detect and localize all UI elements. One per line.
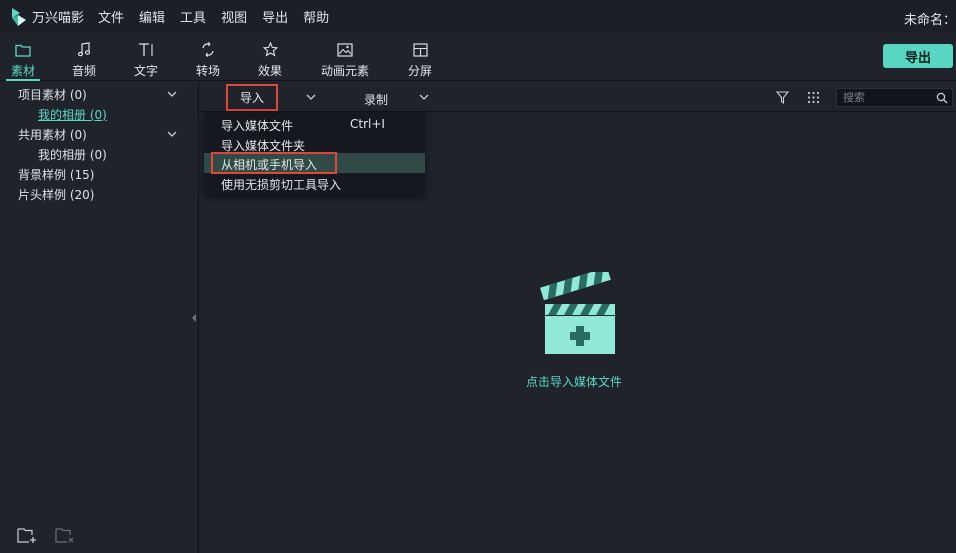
tab-media[interactable]: 素材 xyxy=(6,33,40,81)
import-button[interactable]: 导入 xyxy=(226,84,278,111)
tab-split-screen[interactable]: 分屏 xyxy=(406,33,434,81)
collapse-sidebar-handle-icon[interactable] xyxy=(191,314,197,322)
tree-item-my-album-shared[interactable]: 我的相册 (0) xyxy=(38,146,107,164)
menu-item-import-media-folder[interactable]: 导入媒体文件夹 xyxy=(204,134,425,154)
menu-tools[interactable]: 工具 xyxy=(180,7,206,26)
transition-icon xyxy=(202,42,214,57)
content-toolbar: 导入 录制 xyxy=(200,82,956,112)
tab-label: 音频 xyxy=(71,64,96,78)
app-name: 万兴喵影 xyxy=(32,11,85,26)
tab-effects[interactable]: 效果 xyxy=(256,33,284,81)
menu-item-import-lossless-cut[interactable]: 使用无损剪切工具导入 xyxy=(204,173,425,193)
split-screen-icon xyxy=(412,43,428,57)
module-toolbar: 素材 音频 文字 转场 效果 动画元素 分屏 导出 xyxy=(0,33,956,81)
tab-text[interactable]: 文字 xyxy=(132,33,160,81)
tree-item-my-album-project[interactable]: 我的相册 (0) xyxy=(38,106,107,124)
menu-item-label: 从相机或手机导入 xyxy=(221,158,318,172)
grid-view-icon[interactable] xyxy=(807,91,820,104)
record-button[interactable]: 录制 xyxy=(364,91,388,108)
export-button[interactable]: 导出 xyxy=(883,44,953,68)
media-library-sidebar: 项目素材 (0) 我的相册 (0) 共用素材 (0) 我的相册 (0) 背景样例… xyxy=(0,82,199,553)
menu-file[interactable]: 文件 xyxy=(98,7,124,26)
chevron-down-icon[interactable] xyxy=(166,89,178,99)
effects-star-icon xyxy=(262,42,278,57)
tree-item-background-samples[interactable]: 背景样例 (15) xyxy=(18,166,94,184)
menubar: 万兴喵影 文件 编辑 工具 视图 导出 帮助 未命名： xyxy=(0,0,956,33)
folder-icon xyxy=(15,44,31,57)
clapperboard-add-icon[interactable] xyxy=(540,272,620,358)
menu-help[interactable]: 帮助 xyxy=(303,7,329,26)
tab-label: 文字 xyxy=(133,64,158,78)
search-icon[interactable] xyxy=(936,92,948,104)
text-icon xyxy=(139,43,153,56)
tab-audio[interactable]: 音频 xyxy=(70,33,98,81)
document-title: 未命名： xyxy=(903,13,956,28)
menu-edit[interactable]: 编辑 xyxy=(139,7,165,26)
tab-label: 动画元素 xyxy=(320,64,369,78)
tree-item-shared-media[interactable]: 共用素材 (0) xyxy=(18,126,87,144)
import-dropdown-menu: 导入媒体文件 Ctrl+I 导入媒体文件夹 从相机或手机导入 使用无损剪切工具导… xyxy=(204,112,425,196)
add-folder-icon[interactable] xyxy=(17,526,37,544)
tab-label: 素材 xyxy=(10,64,35,78)
tab-label: 分屏 xyxy=(407,64,432,78)
menu-item-shortcut: Ctrl+I xyxy=(350,117,385,131)
menu-item-import-from-camera-phone[interactable]: 从相机或手机导入 xyxy=(204,152,425,174)
menu-export[interactable]: 导出 xyxy=(262,7,288,26)
tab-label: 转场 xyxy=(195,64,220,78)
record-dropdown-chevron-icon[interactable] xyxy=(418,93,430,101)
tree-item-intro-samples[interactable]: 片头样例 (20) xyxy=(18,186,94,204)
delete-folder-icon[interactable] xyxy=(55,526,75,544)
import-dropdown-chevron-icon[interactable] xyxy=(305,93,317,101)
tab-transition[interactable]: 转场 xyxy=(194,33,222,81)
menu-view[interactable]: 视图 xyxy=(221,7,247,26)
search-box xyxy=(836,88,953,107)
menu-item-label: 使用无损剪切工具导入 xyxy=(221,178,342,192)
search-input[interactable] xyxy=(843,90,933,105)
tab-elements[interactable]: 动画元素 xyxy=(318,33,372,81)
empty-state-import-link[interactable]: 点击导入媒体文件 xyxy=(526,373,622,390)
image-icon xyxy=(337,43,353,57)
tree-item-project-media[interactable]: 项目素材 (0) xyxy=(18,86,87,104)
app-logo-icon xyxy=(12,7,26,26)
menu-item-label: 导入媒体文件 xyxy=(221,119,294,133)
music-note-icon xyxy=(77,42,91,57)
tab-label: 效果 xyxy=(257,64,282,78)
chevron-down-icon[interactable] xyxy=(166,129,178,139)
filter-icon[interactable] xyxy=(776,91,789,104)
menu-item-import-media-files[interactable]: 导入媒体文件 Ctrl+I xyxy=(204,114,425,134)
